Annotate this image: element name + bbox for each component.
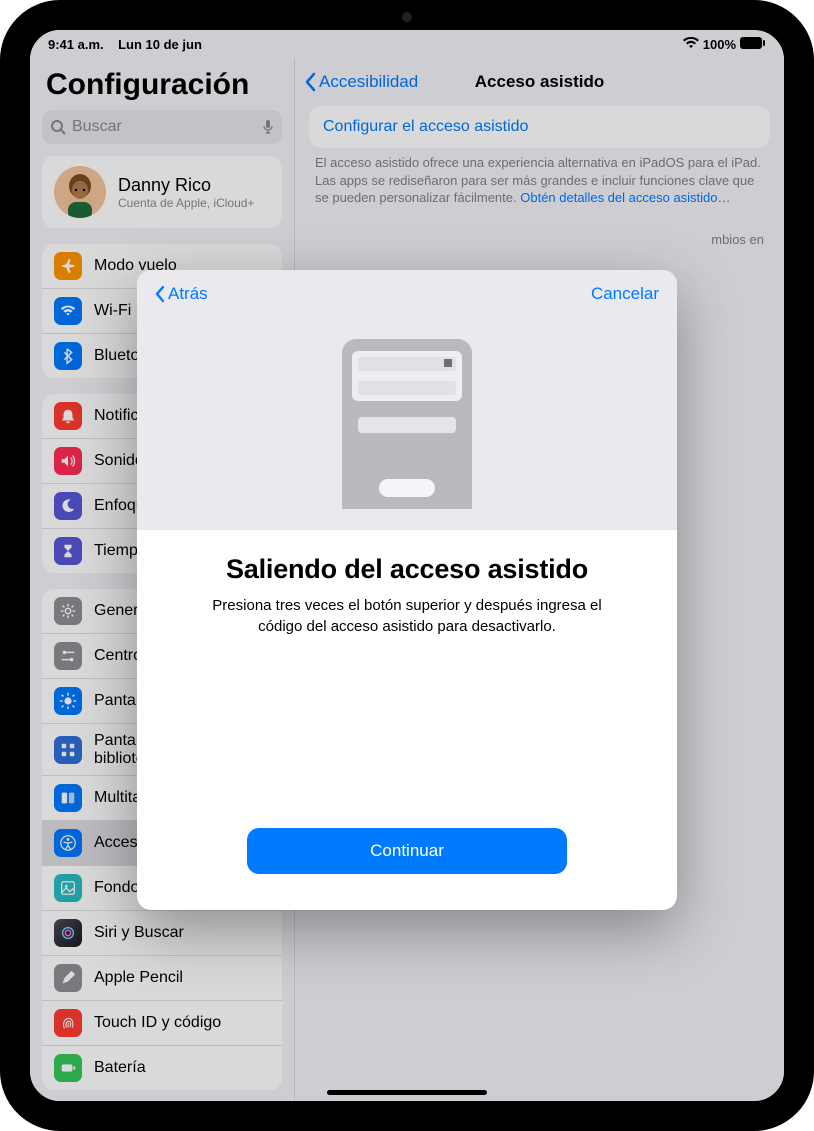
- hourglass-icon: [54, 537, 82, 565]
- sidebar-item-touchid[interactable]: Touch ID y código: [42, 1001, 282, 1046]
- pencil-icon: [54, 964, 82, 992]
- multitask-icon: [54, 784, 82, 812]
- modal-back-label: Atrás: [168, 284, 208, 304]
- back-label: Accesibilidad: [319, 72, 418, 92]
- mic-icon[interactable]: [262, 119, 274, 135]
- battery-icon: [54, 1054, 82, 1082]
- status-time: 9:41 a.m.: [48, 37, 104, 52]
- sidebar-item-label: Touch ID y código: [94, 1014, 221, 1032]
- sidebar-title: Configuración: [30, 62, 294, 110]
- battery-status-icon: [740, 37, 766, 52]
- switches-icon: [54, 642, 82, 670]
- sidebar-item-label: Wi-Fi: [94, 302, 131, 320]
- ipad-frame: 9:41 a.m. Lun 10 de jun 100% Configuraci…: [0, 0, 814, 1131]
- device-illustration: [137, 318, 677, 530]
- front-camera: [402, 12, 412, 22]
- bluetooth-icon: [54, 342, 82, 370]
- search-icon: [50, 119, 66, 135]
- chevron-left-icon: [305, 72, 317, 92]
- moon-icon: [54, 492, 82, 520]
- back-button[interactable]: Accesibilidad: [305, 72, 418, 92]
- detail-navbar: Accesibilidad Acceso asistido: [295, 58, 784, 106]
- bell-icon: [54, 402, 82, 430]
- page-title: Acceso asistido: [475, 72, 604, 92]
- brightness-icon: [54, 687, 82, 715]
- profile-name: Danny Rico: [118, 175, 254, 196]
- truncated-text: mbios en: [315, 231, 764, 249]
- speaker-icon: [54, 447, 82, 475]
- chevron-left-icon: [155, 285, 166, 303]
- profile-card[interactable]: Danny Rico Cuenta de Apple, iCloud+: [42, 156, 282, 228]
- continue-button[interactable]: Continuar: [247, 828, 567, 874]
- profile-subtitle: Cuenta de Apple, iCloud+: [118, 196, 254, 210]
- gear-icon: [54, 597, 82, 625]
- sidebar-item-label: Apple Pencil: [94, 969, 183, 987]
- accessibility-icon: [54, 829, 82, 857]
- airplane-icon: [54, 252, 82, 280]
- modal-back-button[interactable]: Atrás: [155, 284, 208, 304]
- sidebar-item-battery[interactable]: Batería: [42, 1046, 282, 1090]
- sidebar-item-label: Siri y Buscar: [94, 924, 184, 942]
- sidebar-item-pencil[interactable]: Apple Pencil: [42, 956, 282, 1001]
- sidebar-item-siri[interactable]: Siri y Buscar: [42, 911, 282, 956]
- status-date: Lun 10 de jun: [118, 37, 202, 52]
- home-indicator[interactable]: [327, 1090, 487, 1095]
- assistive-access-description: El acceso asistido ofrece una experienci…: [315, 154, 764, 207]
- configure-assistive-access[interactable]: Configurar el acceso asistido: [309, 106, 770, 148]
- status-bar: 9:41 a.m. Lun 10 de jun 100%: [30, 30, 784, 58]
- battery-percent: 100%: [703, 37, 736, 52]
- assistive-access-exit-modal: Atrás Cancelar Saliendo del acceso asist…: [137, 270, 677, 910]
- wallpaper-icon: [54, 874, 82, 902]
- sidebar-item-label: Batería: [94, 1059, 146, 1077]
- search-field[interactable]: Buscar: [42, 110, 282, 144]
- modal-title: Saliendo del acceso asistido: [226, 554, 588, 585]
- search-placeholder: Buscar: [72, 118, 262, 136]
- modal-cancel-button[interactable]: Cancelar: [591, 284, 659, 304]
- siri-icon: [54, 919, 82, 947]
- avatar: [54, 166, 106, 218]
- grid-icon: [54, 736, 82, 764]
- wifi-status-icon: [683, 37, 699, 52]
- fingerprint-icon: [54, 1009, 82, 1037]
- wifi-icon: [54, 297, 82, 325]
- modal-body-text: Presiona tres veces el botón superior y …: [207, 595, 607, 637]
- modal-header-area: Atrás Cancelar: [137, 270, 677, 530]
- learn-more-link[interactable]: Obtén detalles del acceso asistido…: [520, 190, 730, 205]
